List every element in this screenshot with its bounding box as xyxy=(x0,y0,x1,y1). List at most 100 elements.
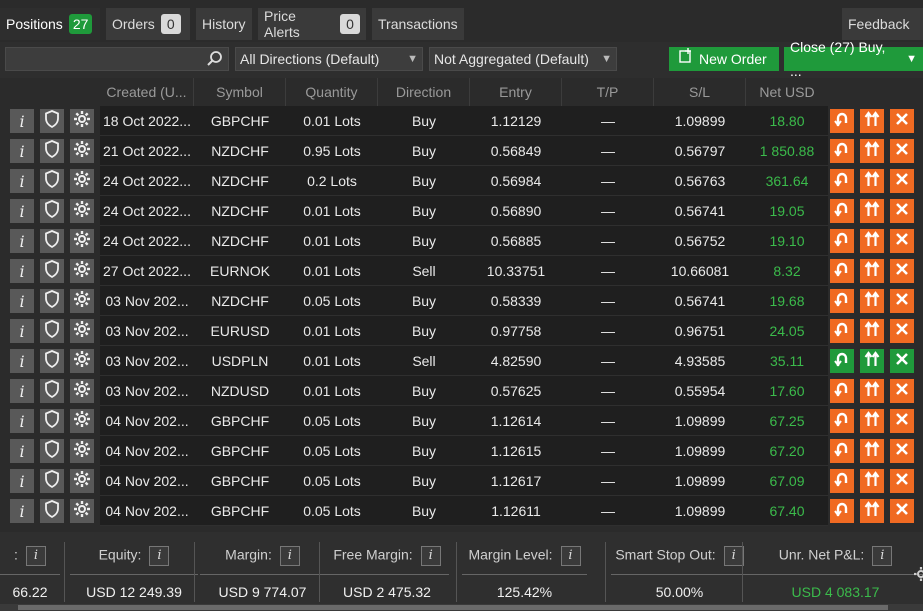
double-arrow-up-button[interactable] xyxy=(860,139,884,163)
close-button[interactable] xyxy=(890,199,914,223)
table-row[interactable]: i 03 Nov 202... USDPLN 0.01 Lots Sell 4.82590… xyxy=(4,346,923,376)
double-arrow-up-button[interactable] xyxy=(860,499,884,523)
info-button[interactable]: i xyxy=(10,169,34,193)
close-button[interactable] xyxy=(890,379,914,403)
close-all-button[interactable]: Close (27) Buy, ... ▼ xyxy=(784,39,923,79)
double-arrow-up-button[interactable] xyxy=(860,229,884,253)
close-button[interactable] xyxy=(890,469,914,493)
col-net-usd[interactable]: Net USD xyxy=(746,78,828,106)
info-button[interactable]: i xyxy=(10,499,34,523)
close-button[interactable] xyxy=(890,229,914,253)
col-symbol[interactable]: Symbol xyxy=(194,78,286,106)
col-direction[interactable]: Direction xyxy=(378,78,470,106)
gear-button[interactable] xyxy=(70,409,94,433)
close-button[interactable] xyxy=(890,409,914,433)
gear-button[interactable] xyxy=(70,379,94,403)
col-created[interactable]: Created (U... xyxy=(100,78,194,106)
shield-button[interactable] xyxy=(40,109,64,133)
table-row[interactable]: i 04 Nov 202... GBPCHF 0.05 Lots Buy 1.12615 —… xyxy=(4,436,923,466)
close-button[interactable] xyxy=(890,499,914,523)
close-button[interactable] xyxy=(890,169,914,193)
reverse-button[interactable] xyxy=(830,259,854,283)
gear-button[interactable] xyxy=(70,439,94,463)
table-row[interactable]: i 24 Oct 2022... NZDCHF 0.01 Lots Buy 0.56885… xyxy=(4,226,923,256)
info-button[interactable]: i xyxy=(10,349,34,373)
scrollbar-thumb[interactable] xyxy=(18,605,888,610)
reverse-button[interactable] xyxy=(830,289,854,313)
col-sl[interactable]: S/L xyxy=(654,78,746,106)
gear-button[interactable] xyxy=(70,259,94,283)
new-order-button[interactable]: New Order xyxy=(669,47,779,71)
reverse-button[interactable] xyxy=(830,439,854,463)
close-button[interactable] xyxy=(890,439,914,463)
info-icon[interactable]: i xyxy=(279,546,300,566)
table-row[interactable]: i 03 Nov 202... EURUSD 0.01 Lots Buy 0.97758 —… xyxy=(4,316,923,346)
tab-history[interactable]: History xyxy=(196,8,252,40)
shield-button[interactable] xyxy=(40,499,64,523)
tab-transactions[interactable]: Transactions xyxy=(372,8,464,40)
reverse-button[interactable] xyxy=(830,169,854,193)
shield-button[interactable] xyxy=(40,409,64,433)
double-arrow-up-button[interactable] xyxy=(860,439,884,463)
search-input[interactable] xyxy=(5,47,229,71)
double-arrow-up-button[interactable] xyxy=(860,349,884,373)
shield-button[interactable] xyxy=(40,319,64,343)
col-entry[interactable]: Entry xyxy=(470,78,562,106)
search-icon[interactable] xyxy=(206,50,224,71)
gear-button[interactable] xyxy=(70,139,94,163)
info-icon[interactable]: i xyxy=(149,546,170,566)
gear-button[interactable] xyxy=(70,169,94,193)
info-button[interactable]: i xyxy=(10,379,34,403)
reverse-button[interactable] xyxy=(830,109,854,133)
col-tp[interactable]: T/P xyxy=(562,78,654,106)
info-icon[interactable]: i xyxy=(872,546,893,566)
double-arrow-up-button[interactable] xyxy=(860,109,884,133)
table-row[interactable]: i 24 Oct 2022... NZDCHF 0.01 Lots Buy 0.56890… xyxy=(4,196,923,226)
info-button[interactable]: i xyxy=(10,199,34,223)
info-icon[interactable]: i xyxy=(560,546,581,566)
double-arrow-up-button[interactable] xyxy=(860,289,884,313)
info-button[interactable]: i xyxy=(10,229,34,253)
table-row[interactable]: i 04 Nov 202... GBPCHF 0.05 Lots Buy 1.12611 —… xyxy=(4,496,923,526)
info-icon[interactable]: i xyxy=(723,546,744,566)
tab-price-alerts[interactable]: Price Alerts 0 xyxy=(258,8,366,40)
info-button[interactable]: i xyxy=(10,469,34,493)
double-arrow-up-button[interactable] xyxy=(860,379,884,403)
reverse-button[interactable] xyxy=(830,199,854,223)
table-row[interactable]: i 04 Nov 202... GBPCHF 0.05 Lots Buy 1.12614 —… xyxy=(4,406,923,436)
info-button[interactable]: i xyxy=(10,109,34,133)
aggregation-select[interactable]: Not Aggregated (Default) ▼ xyxy=(429,47,617,71)
close-button[interactable] xyxy=(890,349,914,373)
shield-button[interactable] xyxy=(40,469,64,493)
gear-button[interactable] xyxy=(70,109,94,133)
gear-icon[interactable] xyxy=(912,566,923,585)
tab-orders[interactable]: Orders 0 xyxy=(106,8,190,40)
double-arrow-up-button[interactable] xyxy=(860,319,884,343)
table-row[interactable]: i 03 Nov 202... NZDUSD 0.01 Lots Buy 0.57625 —… xyxy=(4,376,923,406)
gear-button[interactable] xyxy=(70,319,94,343)
reverse-button[interactable] xyxy=(830,139,854,163)
table-row[interactable]: i 03 Nov 202... NZDCHF 0.05 Lots Buy 0.58339 —… xyxy=(4,286,923,316)
shield-button[interactable] xyxy=(40,349,64,373)
table-row[interactable]: i 27 Oct 2022... EURNOK 0.01 Lots Sell 10.337… xyxy=(4,256,923,286)
shield-button[interactable] xyxy=(40,259,64,283)
reverse-button[interactable] xyxy=(830,319,854,343)
gear-button[interactable] xyxy=(70,229,94,253)
gear-button[interactable] xyxy=(70,199,94,223)
shield-button[interactable] xyxy=(40,379,64,403)
reverse-button[interactable] xyxy=(830,409,854,433)
gear-button[interactable] xyxy=(70,289,94,313)
double-arrow-up-button[interactable] xyxy=(860,259,884,283)
shield-button[interactable] xyxy=(40,139,64,163)
double-arrow-up-button[interactable] xyxy=(860,409,884,433)
chevron-down-icon[interactable]: ▼ xyxy=(906,47,917,71)
info-icon[interactable]: i xyxy=(25,546,46,566)
info-button[interactable]: i xyxy=(10,439,34,463)
double-arrow-up-button[interactable] xyxy=(860,199,884,223)
gear-button[interactable] xyxy=(70,499,94,523)
info-button[interactable]: i xyxy=(10,289,34,313)
reverse-button[interactable] xyxy=(830,229,854,253)
close-button[interactable] xyxy=(890,319,914,343)
gear-button[interactable] xyxy=(70,349,94,373)
shield-button[interactable] xyxy=(40,199,64,223)
